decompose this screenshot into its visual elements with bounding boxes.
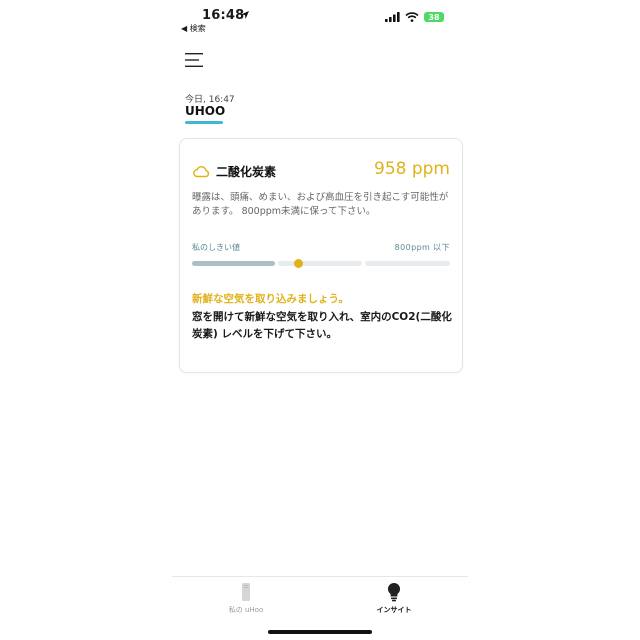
tab-insight[interactable]: インサイト <box>334 582 454 615</box>
back-to-search-link[interactable]: ◀ 検索 <box>181 23 206 34</box>
cloud-icon <box>193 166 210 178</box>
battery-icon: 38 <box>424 12 444 22</box>
wifi-icon <box>405 12 419 22</box>
app-screen: 16:48 ◀ 検索 38 今日, 16:47 UHOO 二酸化炭素 958 p… <box>172 0 468 640</box>
metric-name: 二酸化炭素 <box>216 165 277 179</box>
status-indicators: 38 <box>385 11 444 23</box>
level-bar-good <box>192 261 275 266</box>
level-bar-moderate <box>278 261 362 266</box>
threshold-value: 800ppm 以下 <box>394 243 450 252</box>
co2-insight-card: 二酸化炭素 958 ppm 曝露は、頭痛、めまい、および高血圧を引き起こす可能性… <box>179 138 463 373</box>
metric-value: 958 ppm <box>374 159 450 179</box>
device-name[interactable]: UHOO <box>185 104 225 118</box>
status-time: 16:48 <box>202 8 245 23</box>
home-indicator[interactable] <box>268 630 372 634</box>
tab-my-uhoo[interactable]: 私の uHoo <box>186 582 306 615</box>
advice-body: 窓を開けて新鮮な空気を取り入れ、室内のCO2(二酸化炭素) レベルを下げて下さい… <box>192 311 452 340</box>
location-arrow-icon <box>241 11 249 19</box>
signal-icon <box>385 12 400 22</box>
tab-bar-divider <box>172 576 468 577</box>
tab-my-uhoo-label: 私の uHoo <box>228 606 264 614</box>
advice-title: 新鮮な空気を取り込みましょう。 <box>192 293 349 305</box>
device-name-underline <box>185 121 223 124</box>
threshold-label: 私のしきい値 <box>192 243 240 252</box>
lightbulb-icon <box>387 582 401 602</box>
level-bar-high <box>365 261 450 266</box>
metric-description: 曝露は、頭痛、めまい、および高血圧を引き起こす可能性があります。 800ppm未… <box>192 192 449 217</box>
device-icon <box>242 583 250 601</box>
hamburger-menu-icon[interactable] <box>185 53 203 67</box>
current-level-marker <box>294 259 303 268</box>
tab-insight-label: インサイト <box>376 606 412 614</box>
